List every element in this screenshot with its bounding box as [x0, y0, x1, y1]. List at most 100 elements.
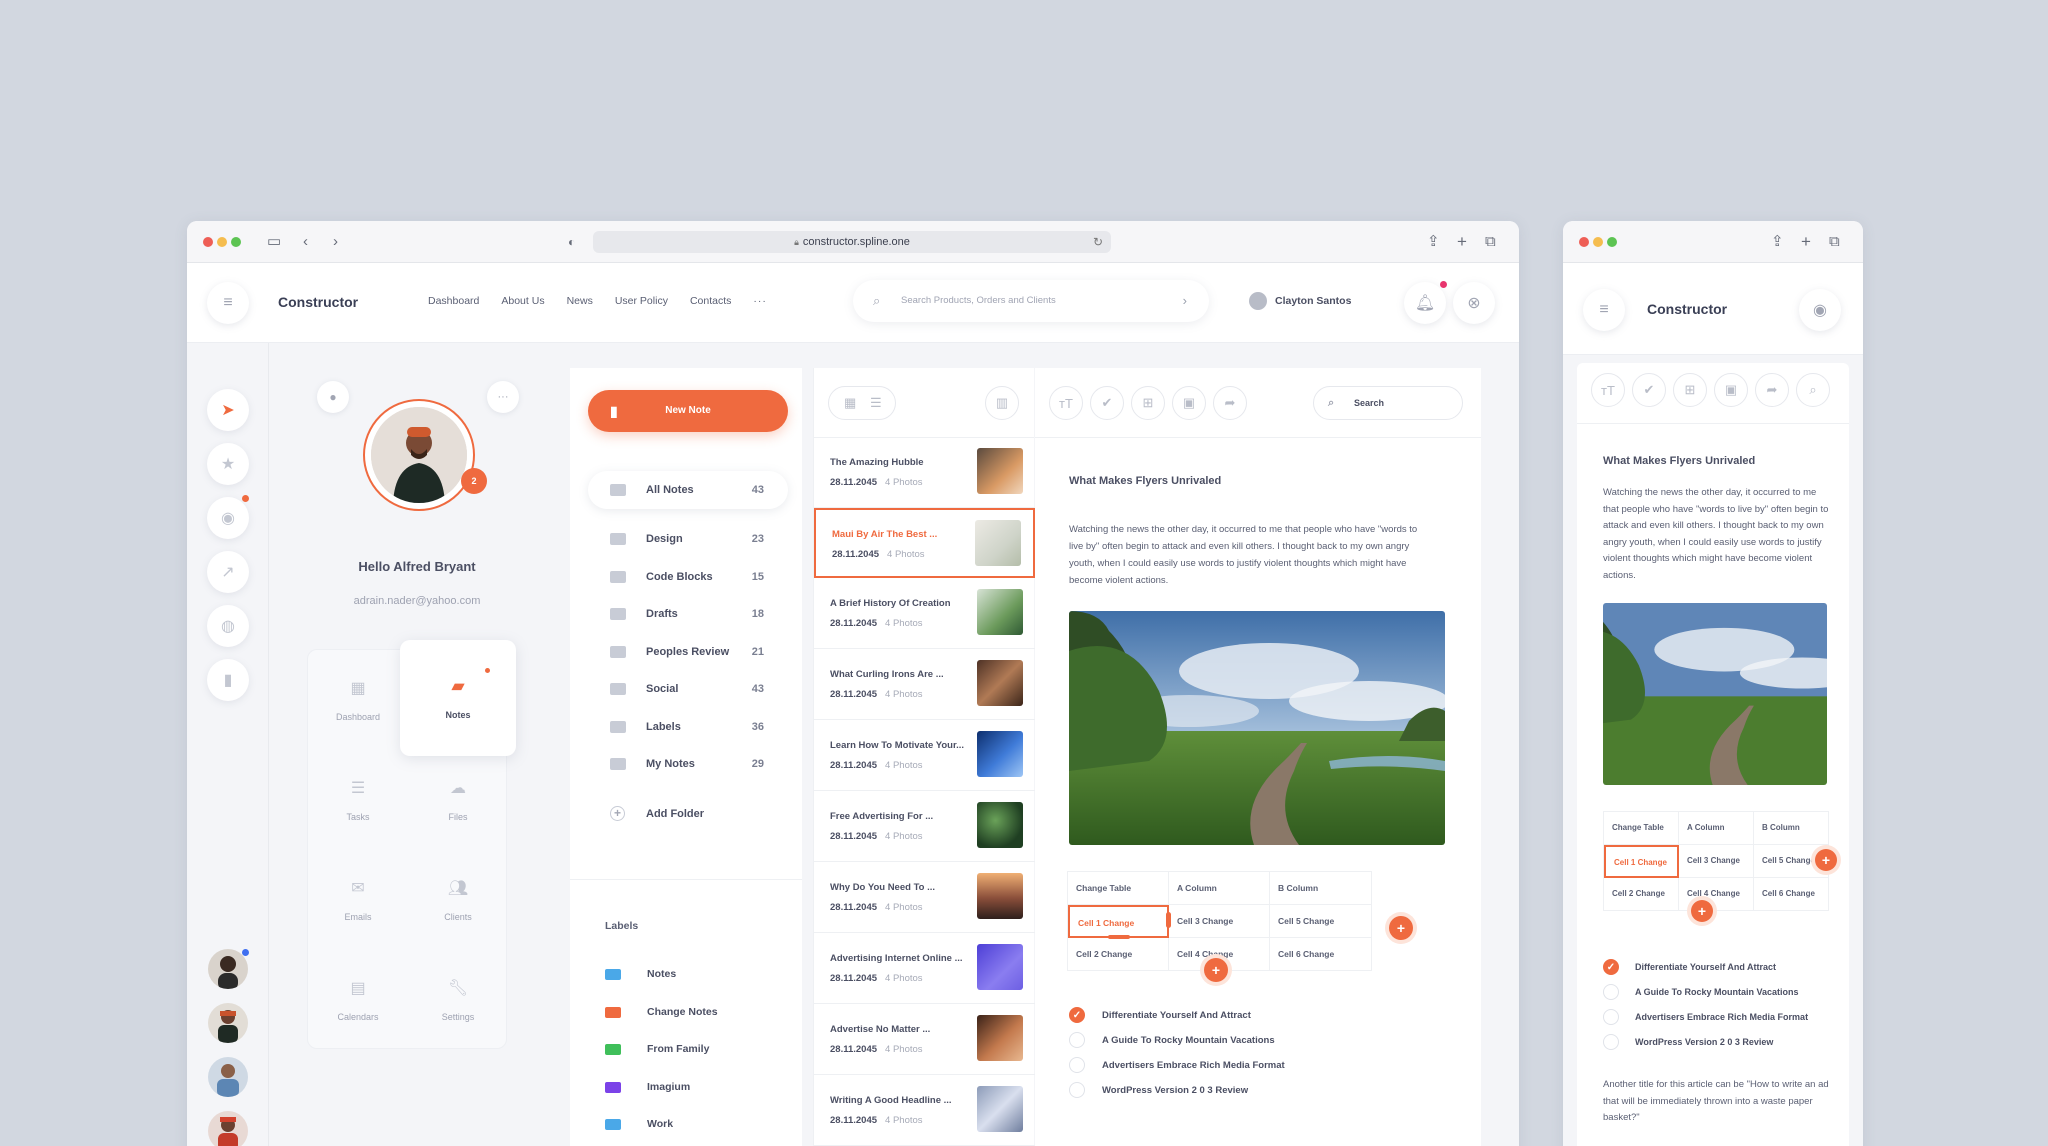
nav-about-us[interactable]: About Us: [501, 295, 544, 307]
folder-all-notes[interactable]: All Notes 43: [588, 471, 788, 509]
note-row[interactable]: Writing A Good Headline ... 28.11.2045 4 P…: [814, 1076, 1035, 1146]
checklist-item[interactable]: ✓ Differentiate Yourself And Attract: [1603, 959, 1776, 975]
note-row[interactable]: What Curling Irons Are ... 28.11.2045 4 Ph…: [814, 650, 1035, 720]
rail-favorites[interactable]: ★: [207, 443, 249, 485]
new-tab-icon[interactable]: +: [1801, 232, 1811, 252]
note-row[interactable]: Free Advertising For ... 28.11.2045 4 Phot…: [814, 792, 1035, 862]
note-row[interactable]: A Brief History Of Creation 28.11.2045 4 P…: [814, 579, 1035, 649]
rail-explore[interactable]: ➤: [207, 389, 249, 431]
checklist-item[interactable]: A Guide To Rocky Mountain Vacations: [1603, 984, 1799, 1000]
nav-more-icon[interactable]: ···: [753, 295, 767, 307]
column-resize-handle[interactable]: [1166, 912, 1171, 928]
folder-peoples-review[interactable]: Peoples Review 21: [588, 633, 788, 671]
label-change-notes[interactable]: Change Notes: [605, 1006, 718, 1018]
checklist-item[interactable]: WordPress Version 2 0 3 Review: [1603, 1034, 1773, 1050]
folder-my-notes[interactable]: My Notes 29: [588, 745, 788, 783]
label-notes[interactable]: Notes: [605, 968, 676, 980]
checkbox-icon[interactable]: [1069, 1032, 1085, 1048]
new-tab-icon[interactable]: +: [1457, 232, 1467, 252]
folder-labels[interactable]: Labels 36: [588, 708, 788, 746]
menu-button[interactable]: ≡: [207, 282, 249, 324]
checkbox-icon[interactable]: [1603, 984, 1619, 1000]
table-header-cell[interactable]: B Column: [1754, 812, 1829, 845]
nav-dashboard[interactable]: Dashboard: [428, 295, 479, 307]
table-button[interactable]: ⊞: [1131, 386, 1165, 420]
table-cell-selected[interactable]: Cell 1 Change: [1604, 845, 1679, 878]
rail-reports[interactable]: ▮: [207, 659, 249, 701]
label-work[interactable]: Work: [605, 1118, 673, 1130]
rail-globe[interactable]: ◍: [207, 605, 249, 647]
add-folder-button[interactable]: + Add Folder: [588, 795, 788, 833]
table-button[interactable]: ⊞: [1673, 373, 1707, 407]
folder-drafts[interactable]: Drafts 18: [588, 595, 788, 633]
tile-notes[interactable]: ▰ Notes: [400, 640, 516, 756]
avatar[interactable]: [208, 949, 248, 989]
add-row-button[interactable]: +: [1204, 958, 1228, 982]
maximize-window-button[interactable]: [231, 237, 241, 247]
checklist-button[interactable]: ✔: [1090, 386, 1124, 420]
note-image[interactable]: [1069, 611, 1445, 845]
user-icon[interactable]: [1249, 292, 1267, 310]
checkbox-icon[interactable]: [1603, 1009, 1619, 1025]
tile-clients[interactable]: 👥︎ Clients: [408, 850, 508, 950]
rail-messages[interactable]: ◉: [207, 497, 249, 539]
folder-code-blocks[interactable]: Code Blocks 15: [588, 558, 788, 596]
note-title-heading[interactable]: What Makes Flyers Unrivaled: [1603, 455, 1755, 467]
tile-emails[interactable]: ✉ Emails: [308, 850, 408, 950]
image-button[interactable]: ▣: [1714, 373, 1748, 407]
shield-icon[interactable]: ◐: [568, 232, 575, 252]
tabs-overview-icon[interactable]: ⧉: [1485, 232, 1496, 252]
row-resize-handle[interactable]: [1108, 935, 1130, 939]
text-format-button[interactable]: ᴛT: [1049, 386, 1083, 420]
search-button[interactable]: ⌕: [1796, 373, 1830, 407]
maximize-window-button[interactable]: [1607, 237, 1617, 247]
rail-analytics[interactable]: ↗: [207, 551, 249, 593]
folder-social[interactable]: Social 43: [588, 670, 788, 708]
image-button[interactable]: ▣: [1172, 386, 1206, 420]
reload-icon[interactable]: ↻: [1093, 231, 1103, 253]
table-header-cell[interactable]: B Column: [1270, 872, 1371, 905]
add-column-button[interactable]: +: [1389, 916, 1413, 940]
profile-avatar[interactable]: [363, 399, 475, 511]
minimize-window-button[interactable]: [1593, 237, 1603, 247]
tile-files[interactable]: ☁ Files: [408, 750, 508, 850]
checklist-item[interactable]: ✓ Differentiate Yourself And Attract: [1069, 1007, 1251, 1023]
new-note-button[interactable]: ▮ New Note: [588, 390, 788, 432]
checklist-item[interactable]: A Guide To Rocky Mountain Vacations: [1069, 1032, 1275, 1048]
note-body[interactable]: Watching the news the other day, it occu…: [1069, 521, 1429, 589]
table-header-cell[interactable]: Change Table: [1604, 812, 1679, 845]
notifications-button[interactable]: 🔔︎: [1404, 282, 1446, 324]
folder-design[interactable]: Design 23: [588, 520, 788, 558]
nav-user-policy[interactable]: User Policy: [615, 295, 668, 307]
table-cell[interactable]: Cell 3 Change: [1169, 905, 1270, 938]
checkbox-icon[interactable]: [1603, 1034, 1619, 1050]
global-search[interactable]: ⌕ Search Products, Orders and Clients ›: [853, 280, 1209, 322]
user-name[interactable]: Clayton Santos: [1275, 295, 1351, 307]
close-button[interactable]: ⊗: [1453, 282, 1495, 324]
close-window-button[interactable]: [203, 237, 213, 247]
table-cell-selected[interactable]: Cell 1 Change: [1068, 905, 1169, 938]
checkbox-checked-icon[interactable]: ✓: [1603, 959, 1619, 975]
delete-button[interactable]: ▥: [985, 386, 1019, 420]
checkbox-checked-icon[interactable]: ✓: [1069, 1007, 1085, 1023]
share-note-button[interactable]: ➦: [1213, 386, 1247, 420]
sidebar-toggle-icon[interactable]: ▭: [267, 232, 281, 252]
table-cell[interactable]: Cell 3 Change: [1679, 845, 1754, 878]
avatar[interactable]: [208, 1111, 248, 1146]
add-column-button[interactable]: +: [1815, 849, 1837, 871]
list-view-icon[interactable]: ☰: [870, 395, 882, 411]
share-note-button[interactable]: ➦: [1755, 373, 1789, 407]
note-image[interactable]: [1603, 603, 1827, 785]
note-row[interactable]: Learn How To Motivate Your... 28.11.2045 4…: [814, 721, 1035, 791]
table-cell[interactable]: Cell 2 Change: [1604, 878, 1679, 911]
checkbox-icon[interactable]: [1069, 1057, 1085, 1073]
chevron-right-icon[interactable]: ›: [1183, 280, 1187, 322]
share-icon[interactable]: ⇪: [1427, 232, 1440, 252]
checklist-button[interactable]: ✔: [1632, 373, 1666, 407]
checklist-item[interactable]: Advertisers Embrace Rich Media Format: [1603, 1009, 1808, 1025]
table-cell[interactable]: Cell 2 Change: [1068, 938, 1169, 971]
tile-dashboard[interactable]: ▦ Dashboard: [308, 650, 408, 750]
table-cell[interactable]: Cell 6 Change: [1754, 878, 1829, 911]
table-header-cell[interactable]: A Column: [1169, 872, 1270, 905]
close-window-button[interactable]: [1579, 237, 1589, 247]
